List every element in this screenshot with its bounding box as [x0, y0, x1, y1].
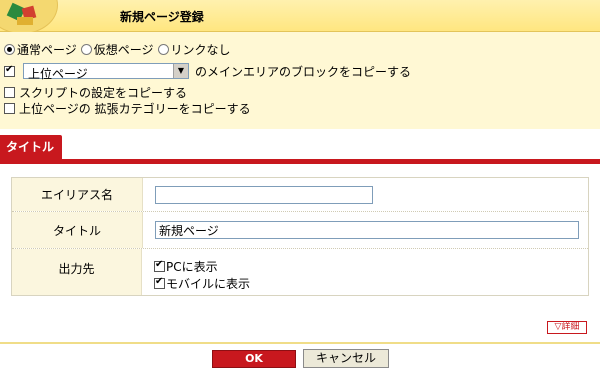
copy-block-label: のメインエリアのブロックをコピーする [195, 64, 412, 79]
copy-script-label: スクリプトの設定をコピーする [19, 85, 188, 100]
radio-no-link[interactable] [157, 43, 169, 55]
copy-block-checkbox[interactable] [4, 64, 15, 77]
copy-category-checkbox[interactable] [4, 102, 15, 114]
page-type-group: 通常ページ 仮想ページ リンクなし [4, 40, 231, 58]
copy-category-label: 上位ページの 拡張カテゴリーをコピーする [19, 101, 251, 116]
source-page-select[interactable]: 上位ページ ▼ [23, 63, 189, 81]
form-row-output: 出力先 PCに表示 モバイルに表示 [12, 249, 588, 295]
copy-block-row: 上位ページ ▼ のメインエリアのブロックをコピーする [4, 62, 412, 81]
alias-label: エイリアス名 [12, 178, 143, 211]
radio-normal-page-label: 通常ページ [17, 42, 77, 57]
radio-virtual-page[interactable] [80, 43, 92, 55]
cancel-button[interactable]: キャンセル [303, 349, 389, 368]
detail-toggle-button[interactable]: ▽詳細 [547, 321, 587, 334]
output-mobile-option: モバイルに表示 [154, 275, 250, 292]
title-label: タイトル [12, 212, 143, 248]
output-mobile-checkbox[interactable] [154, 276, 165, 289]
radio-normal-page[interactable] [4, 43, 15, 55]
output-pc-option: PCに表示 [154, 258, 218, 275]
output-mobile-label: モバイルに表示 [166, 277, 251, 291]
radio-virtual-page-label: 仮想ページ [93, 42, 154, 57]
source-page-select-value: 上位ページ [28, 67, 88, 81]
page-form: エイリアス名 タイトル 出力先 PCに表示 モバイルに表示 [11, 177, 589, 296]
footer-divider [0, 342, 600, 344]
output-label: 出力先 [12, 249, 142, 295]
alias-input[interactable] [155, 186, 373, 204]
tab-title[interactable]: タイトル [0, 135, 62, 159]
tab-underline [0, 159, 600, 164]
title-bar: 新規ページ登録 [0, 0, 600, 34]
radio-no-link-label: リンクなし [170, 42, 231, 57]
chevron-down-icon[interactable]: ▼ [173, 64, 188, 78]
output-pc-checkbox[interactable] [154, 259, 165, 272]
page-options-panel: 通常ページ 仮想ページ リンクなし 上位ページ ▼ のメインエリアのブロックをコ… [0, 32, 600, 129]
copy-category-row: 上位ページの 拡張カテゴリーをコピーする [4, 99, 251, 117]
tab-bar: タイトル [0, 135, 600, 165]
app-logo-icon [0, 0, 58, 34]
ok-button[interactable]: OK [212, 350, 296, 368]
copy-script-checkbox[interactable] [4, 86, 15, 98]
page-title: 新規ページ登録 [120, 10, 204, 24]
title-input[interactable] [155, 221, 579, 239]
form-row-alias: エイリアス名 [12, 178, 588, 212]
output-pc-label: PCに表示 [166, 260, 218, 274]
form-row-title: タイトル [12, 212, 588, 249]
